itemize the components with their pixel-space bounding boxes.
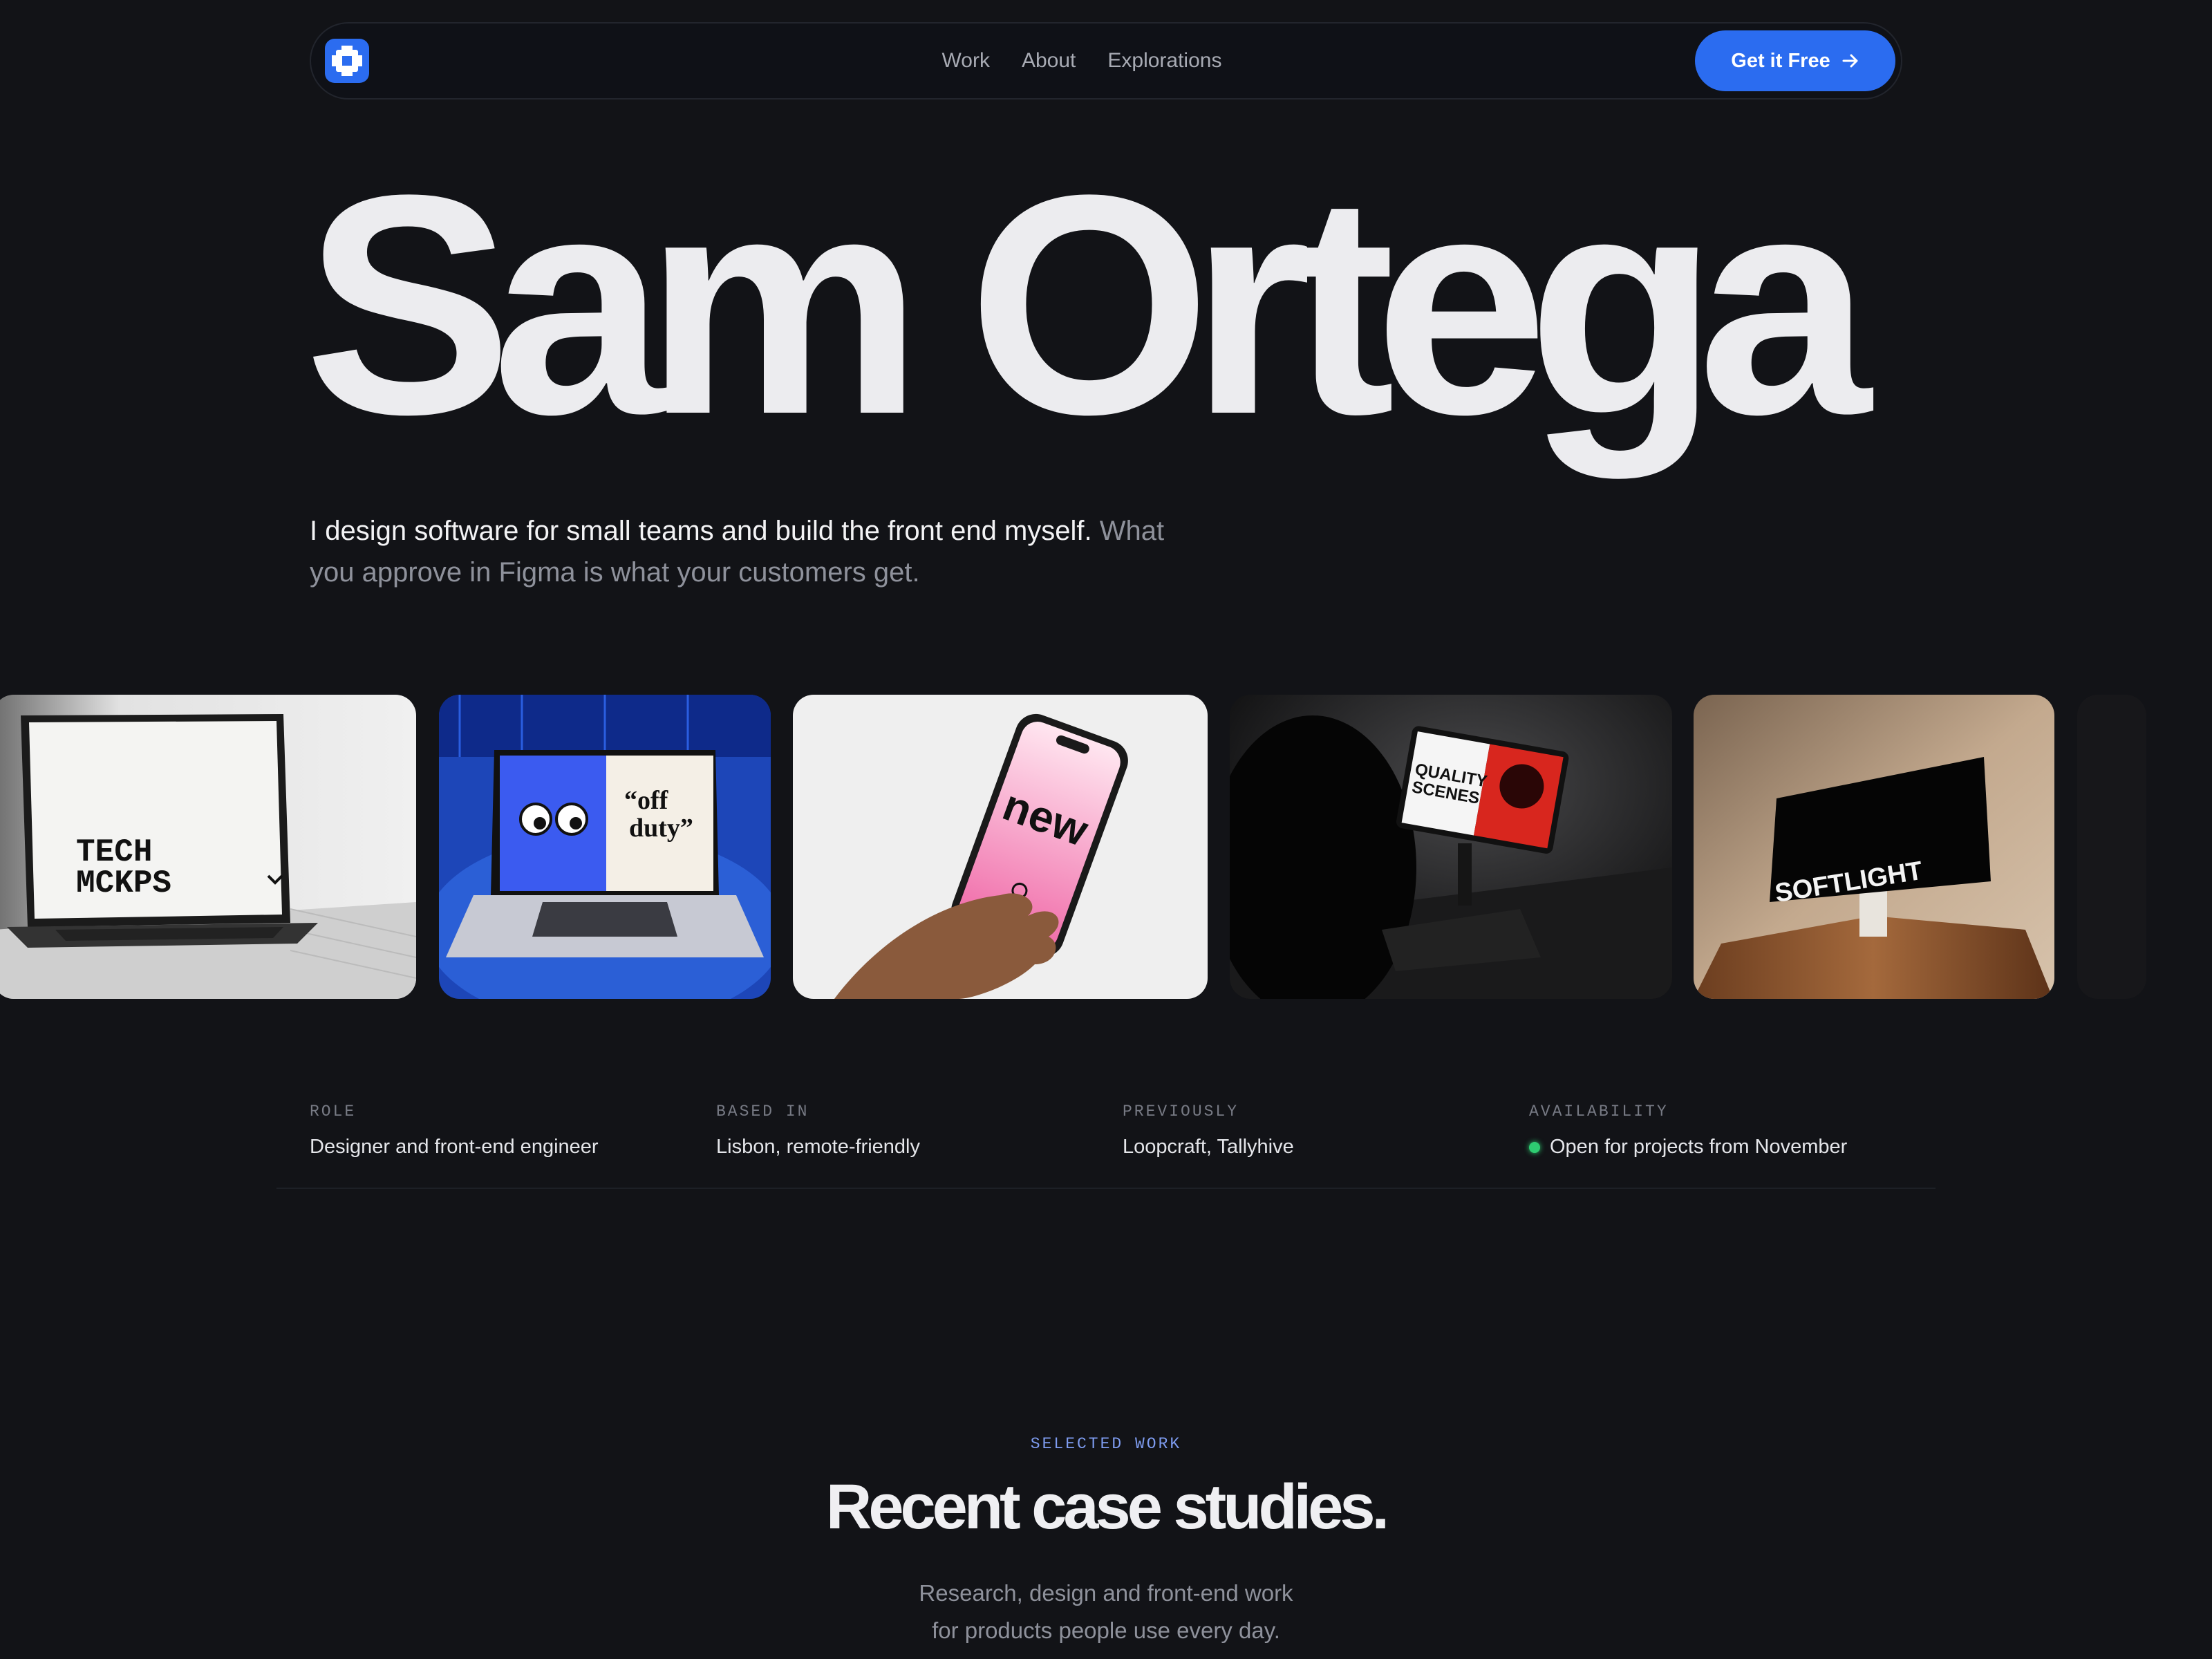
- intro-primary: I design software for small teams and bu…: [310, 516, 1092, 546]
- fact-label: PREVIOUSLY: [1123, 1103, 1239, 1121]
- nav-link-explorations[interactable]: Explorations: [1107, 49, 1221, 73]
- card-text-duty: duty”: [629, 814, 693, 843]
- fact-value: Loopcraft, Tallyhive: [1123, 1136, 1294, 1158]
- top-nav: Work About Explorations Get it Free: [310, 22, 1902, 100]
- gallery-card-off-duty[interactable]: “off duty”: [439, 695, 771, 999]
- fact-label: ROLE: [310, 1103, 357, 1121]
- fact-label: BASED IN: [716, 1103, 809, 1121]
- divider: [276, 1188, 1936, 1189]
- hero-intro: I design software for small teams and bu…: [310, 510, 1181, 593]
- card-text-mckps: MCKPS: [76, 865, 171, 901]
- gallery-card-new-phone[interactable]: new: [793, 695, 1208, 999]
- hero-name: Sam Ortega: [304, 130, 1871, 479]
- status-dot-icon: [1529, 1141, 1540, 1153]
- get-it-free-button[interactable]: Get it Free: [1695, 30, 1895, 91]
- fact-value: Lisbon, remote-friendly: [716, 1136, 920, 1158]
- fact-previously: PREVIOUSLY Loopcraft, Tallyhive: [1123, 1103, 1294, 1159]
- section-title: Recent case studies.: [825, 1472, 1389, 1542]
- card-text-off: “off: [624, 786, 669, 815]
- section-eyebrow: SELECTED WORK: [1030, 1435, 1182, 1453]
- fact-value: Designer and front-end engineer: [310, 1136, 599, 1158]
- fact-role: ROLE Designer and front-end engineer: [310, 1103, 599, 1159]
- project-gallery: TECH MCKPS “off duty” new QUALITY SCENES…: [0, 695, 2212, 1000]
- fact-value: Open for projects from November: [1550, 1136, 1848, 1158]
- gallery-card-quality-scenes[interactable]: QUALITY SCENES: [1230, 695, 1672, 999]
- gallery-card-partial[interactable]: [2077, 695, 2146, 999]
- gallery-card-softlight[interactable]: SOFTLIGHT: [1694, 695, 2054, 999]
- fact-based-in: BASED IN Lisbon, remote-friendly: [716, 1103, 920, 1159]
- section-subtitle-line-1: Research, design and front-end work: [919, 1580, 1293, 1606]
- nav-link-work[interactable]: Work: [942, 49, 990, 73]
- nav-link-about[interactable]: About: [1022, 49, 1076, 73]
- cta-label: Get it Free: [1731, 49, 1830, 72]
- arrow-right-icon: [1842, 54, 1858, 68]
- fact-label: AVAILABILITY: [1529, 1103, 1669, 1121]
- section-subtitle: Research, design and front-end work for …: [899, 1575, 1313, 1649]
- nav-links: Work About Explorations: [311, 24, 1901, 98]
- fact-availability: AVAILABILITY Open for projects from Nove…: [1529, 1103, 1847, 1159]
- section-subtitle-line-2: for products people use every day.: [932, 1618, 1280, 1643]
- gallery-card-tech-mockups[interactable]: TECH MCKPS: [0, 695, 416, 999]
